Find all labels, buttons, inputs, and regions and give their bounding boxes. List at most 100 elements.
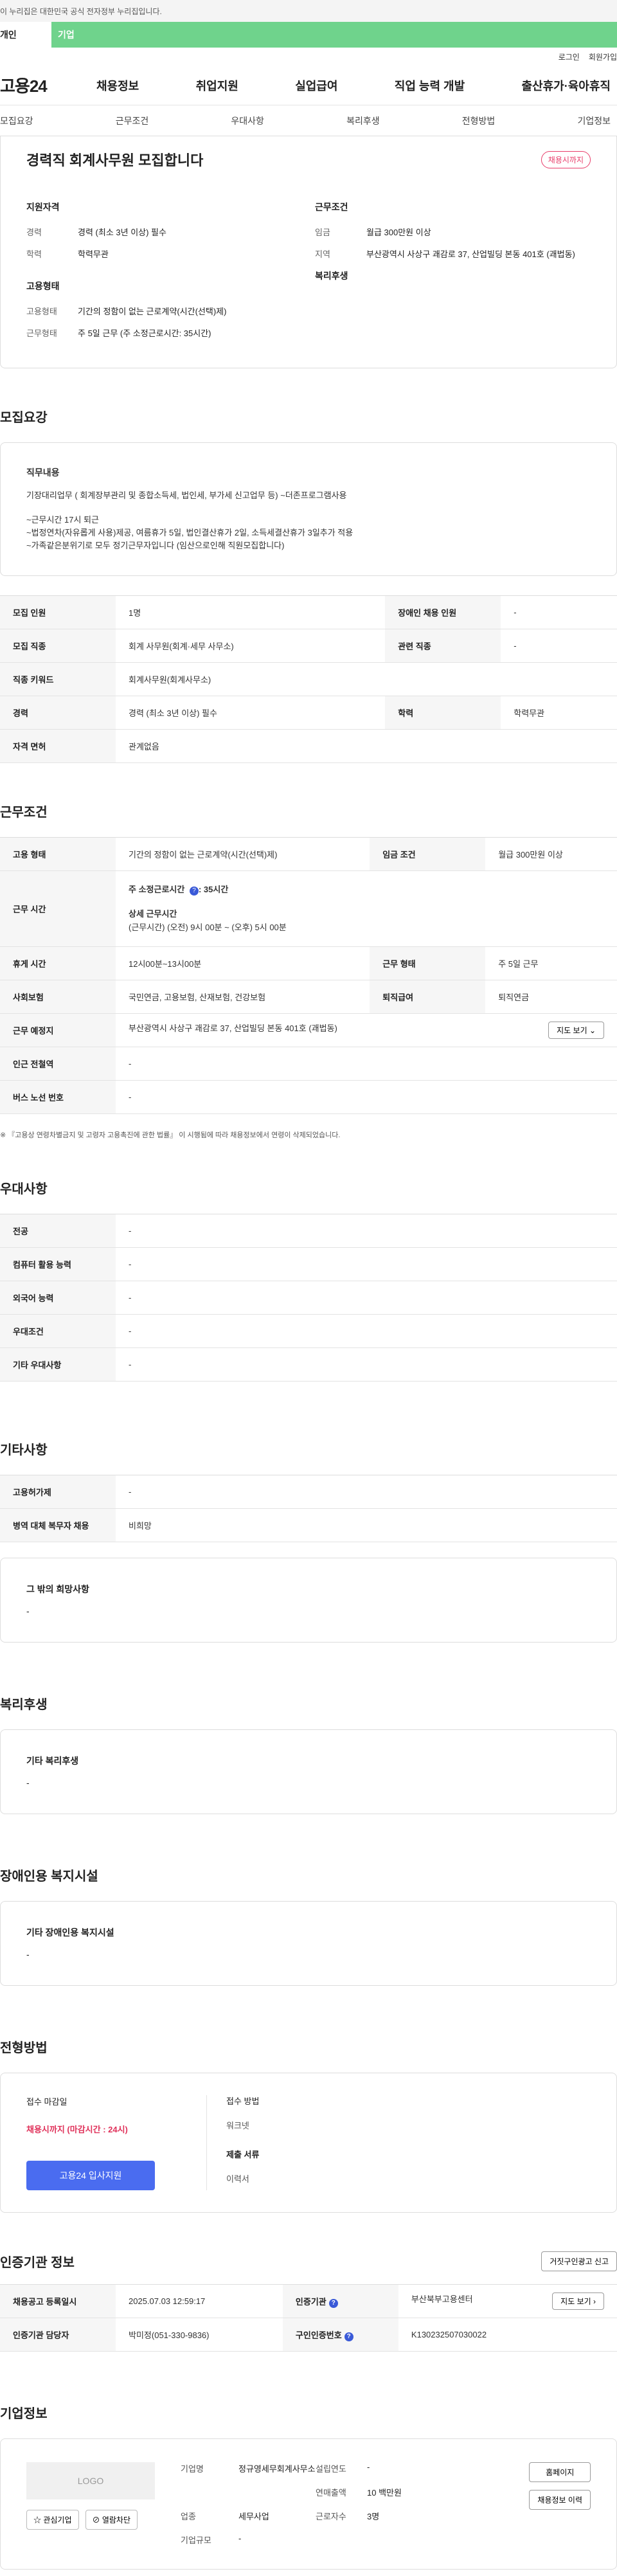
row-key: 직종 키워드 xyxy=(0,662,116,697)
row-key: 기타 우대사항 xyxy=(0,1347,116,1382)
size-label: 기업규모 xyxy=(181,2535,211,2546)
row-key: 자격 면허 xyxy=(0,729,116,764)
row-value: 1명 xyxy=(116,595,386,630)
welfare-heading: 복리후생 xyxy=(315,271,348,281)
hours-main-label: 주 소정근로시간 xyxy=(129,884,185,894)
row-value: - xyxy=(116,1047,617,1081)
brand-logo[interactable]: 고용24 xyxy=(0,73,96,97)
cert-org-value: 부산북부고용센터 xyxy=(411,2294,473,2305)
row-key: 근무 예정지 xyxy=(0,1013,116,1048)
recruit-table: 모집 인원 1명 장애인 채용 인원 - 모집 직종 회계 사무원(회계·세무 사무소)… xyxy=(0,595,617,764)
job-history-button[interactable]: 채용정보 이력 xyxy=(529,2490,591,2510)
row-key: 휴게 시간 xyxy=(0,946,116,981)
row-value: - xyxy=(116,1347,617,1382)
row-key: 채용공고 등록일시 xyxy=(0,2284,116,2319)
duty-line: 기장대리업무 ( 회계장부관리 및 종합소득세, 법인세, 부가세 신고업무 등… xyxy=(26,490,347,500)
anchor-company[interactable]: 기업정보 xyxy=(577,114,611,127)
table-row: 직종 키워드 회계사무원(회계사무소) xyxy=(0,662,617,697)
table-row: 인증기관 담당자 박미정(051-330-9836) 구인인증번호? K1302325… xyxy=(0,2318,617,2352)
table-row: 버스 노선 번호 - xyxy=(0,1080,617,1115)
favorite-company-button[interactable]: ☆ 관심기업 xyxy=(26,2510,79,2530)
row-value: 비희망 xyxy=(116,1508,617,1543)
type-key: 근무형태 xyxy=(26,328,57,338)
row-value: 회계 사무원(회계·세무 사무소) xyxy=(116,629,386,663)
duty-line: ~가족같은분위기로 모두 정기근무자입니다 (임산으로인해 직원모집합니다) xyxy=(26,541,285,551)
welfare-box-heading: 기타 복리후생 xyxy=(26,1756,79,1767)
anchor-work[interactable]: 근무조건 xyxy=(116,114,149,127)
tab-company[interactable]: 기업 xyxy=(51,22,109,48)
cert-map-button[interactable]: 지도 보기 › xyxy=(552,2292,604,2310)
qual-heading: 지원자격 xyxy=(26,202,60,212)
gnb-jobs[interactable]: 채용정보 xyxy=(96,77,139,94)
emp-label: 근로자수 xyxy=(316,2512,346,2522)
cap-label: 연매출액 xyxy=(316,2488,346,2498)
row-key: 임금 조건 xyxy=(370,837,486,872)
row-value: - xyxy=(116,1080,617,1115)
recruit-heading: 모집요강 xyxy=(0,411,48,425)
anchor-pref[interactable]: 우대사항 xyxy=(231,114,264,127)
block-company-button[interactable]: ⊘ 열람차단 xyxy=(85,2510,138,2530)
row-key: 컴퓨터 활용 능력 xyxy=(0,1247,116,1282)
row-value: 박미정(051-330-9836) xyxy=(116,2318,283,2352)
cert-heading: 인증기관 정보 xyxy=(0,2256,75,2271)
report-button[interactable]: 거짓구인광고 신고 xyxy=(541,2251,617,2272)
emp-value: 3명 xyxy=(367,2512,380,2522)
table-row: 외국어 능력 - xyxy=(0,1281,617,1315)
docs-label: 제출 서류 xyxy=(226,2150,260,2160)
login-link[interactable]: 로그인 xyxy=(559,51,580,62)
table-row: 근무 시간 주 소정근로시간 ?: 35시간 상세 근무시간 (근무시간) (오… xyxy=(0,870,617,948)
welfare-box: 기타 복리후생 - xyxy=(0,1729,617,1815)
job-title: 경력직 회계사무원 모집합니다 xyxy=(26,152,204,168)
type-value: 주 5일 근무 (주 소정근로시간: 35시간) xyxy=(78,328,211,338)
row-key: 고용허가제 xyxy=(0,1475,116,1509)
row-key: 장애인 채용 인원 xyxy=(385,595,501,630)
row-value: K130232507030022 xyxy=(398,2318,617,2352)
tab-personal[interactable]: 개인 xyxy=(0,22,51,48)
company-logo: LOGO xyxy=(26,2462,155,2500)
anchor-recruit[interactable]: 모집요강 xyxy=(0,114,33,127)
etc-table: 고용허가제 - 병역 대체 복무자 채용 비희망 xyxy=(0,1475,617,1543)
type-key: 고용형태 xyxy=(26,307,57,316)
company-box: LOGO ☆ 관심기업 ⊘ 열람차단 기업명 정규영세무회계사무소 설립연도 - 연… xyxy=(0,2438,617,2570)
welfare-value: - xyxy=(26,1778,30,1788)
signup-link[interactable]: 회원가입 xyxy=(589,51,617,62)
name-value: 정규영세무회계사무소 xyxy=(238,2464,316,2474)
hours-main-value: : 35시간 xyxy=(198,884,229,894)
row-key: 인근 전철역 xyxy=(0,1047,116,1081)
disabled-box-heading: 기타 장애인용 복지시설 xyxy=(26,1927,114,1938)
homepage-button[interactable]: 홈페이지 xyxy=(529,2462,591,2483)
cert-no-label: 구인인증번호 xyxy=(295,2330,342,2340)
row-value: 경력 (최소 3년 이상) 필수 xyxy=(116,696,386,730)
anchor-welfare[interactable]: 복리후생 xyxy=(346,114,380,127)
row-value: 월급 300만원 이상 xyxy=(485,837,617,872)
row-value: 국민연금, 고용보험, 산재보험, 건강보험 xyxy=(116,980,370,1014)
map-toggle-button[interactable]: 지도 보기 ⌄ xyxy=(548,1022,604,1040)
cond-value: 부산광역시 사상구 괘감로 37, 산업빌딩 본동 401호 (괘법동) xyxy=(366,249,575,259)
row-value: - xyxy=(116,1247,617,1282)
table-row: 전공 - xyxy=(0,1214,617,1248)
pref-heading: 우대사항 xyxy=(0,1182,48,1197)
name-label: 기업명 xyxy=(181,2464,204,2474)
gnb-parental-leave[interactable]: 출산휴가·육아휴직 xyxy=(522,77,611,94)
row-key: 근무 시간 xyxy=(0,870,116,948)
table-row: 사회보험 국민연금, 고용보험, 산재보험, 건강보험 퇴직급여 퇴직연금 xyxy=(0,980,617,1014)
hours-detail-label: 상세 근무시간 xyxy=(129,909,177,919)
duty-line: ~법정연차(자유롭게 사용)제공, 여름휴가 5일, 법인결산휴가 2일, 소득… xyxy=(26,527,353,537)
apply-button[interactable]: 고용24 입사지원 xyxy=(26,2161,155,2191)
row-value: 퇴직연금 xyxy=(485,980,617,1014)
table-row: 모집 인원 1명 장애인 채용 인원 - xyxy=(0,595,617,630)
docs-value: 이력서 xyxy=(226,2174,249,2184)
gnb-unemployment[interactable]: 실업급여 xyxy=(295,77,337,94)
help-icon[interactable]: ? xyxy=(344,2332,353,2341)
row-key: 모집 직종 xyxy=(0,629,116,663)
duty-line: ~근무시간 17시 퇴근 xyxy=(26,514,99,525)
deadline-label: 접수 마감일 xyxy=(26,2097,67,2107)
help-icon[interactable]: ? xyxy=(189,886,199,896)
job-summary-card: 경력직 회계사무원 모집합니다 채용시까지 지원자격 경력 경력 (최소 3년 이… xyxy=(0,136,617,368)
selection-heading: 전형방법 xyxy=(0,2041,48,2056)
gnb-employment-support[interactable]: 취업지원 xyxy=(196,77,238,94)
gnb-training[interactable]: 직업 능력 개발 xyxy=(395,77,465,94)
help-icon[interactable]: ? xyxy=(328,2298,338,2308)
row-key: 퇴직급여 xyxy=(370,980,486,1014)
anchor-selection[interactable]: 전형방법 xyxy=(462,114,496,127)
